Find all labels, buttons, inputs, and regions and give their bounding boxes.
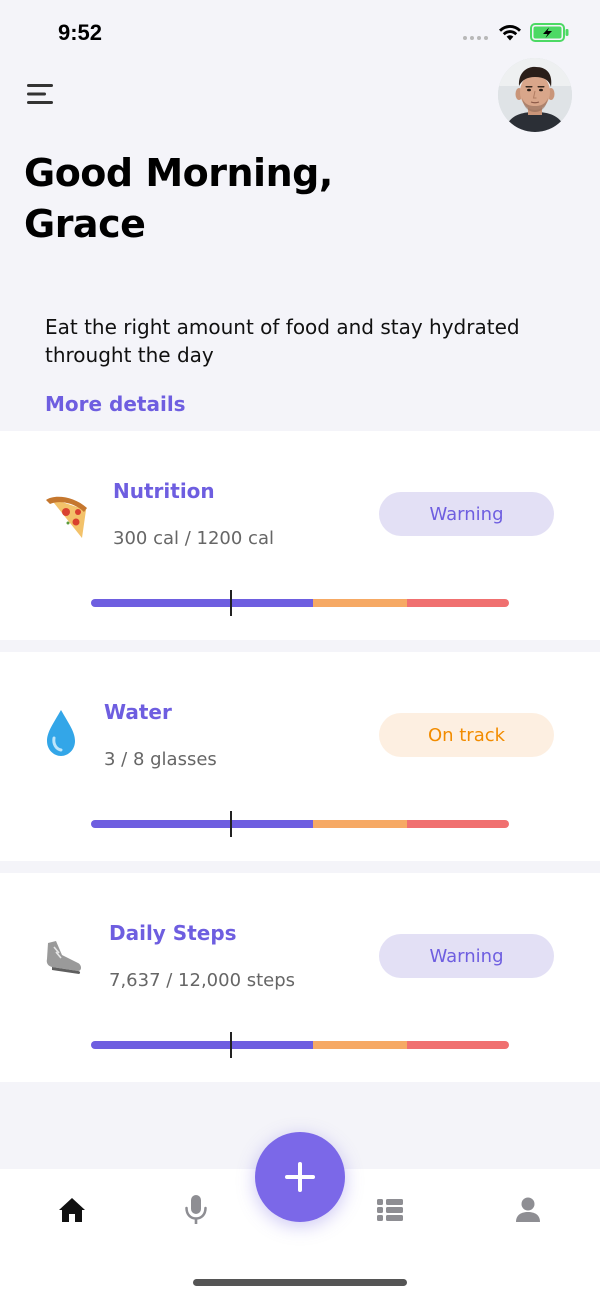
progress-bar [91, 820, 509, 828]
water-drop-icon [47, 710, 75, 756]
status-badge: Warning [379, 492, 554, 536]
tagline: Eat the right amount of food and stay hy… [45, 315, 520, 367]
home-indicator [193, 1279, 407, 1286]
progress-marker [230, 1032, 232, 1058]
status-badge: On track [379, 713, 554, 757]
nutrition-card[interactable]: Nutrition 300 cal / 1200 cal Warning [0, 431, 600, 640]
nav-profile[interactable] [511, 1194, 545, 1226]
nav-voice[interactable] [179, 1194, 213, 1226]
card-title: Daily Steps [109, 921, 237, 945]
add-button[interactable] [255, 1132, 345, 1222]
pizza-icon [46, 496, 87, 538]
daily-steps-card[interactable]: Daily Steps 7,637 / 12,000 steps Warning [0, 873, 600, 1082]
battery-icon [530, 23, 569, 42]
avatar[interactable] [498, 58, 572, 132]
water-card[interactable]: Water 3 / 8 glasses On track [0, 652, 600, 861]
wifi-icon [499, 25, 521, 41]
card-title: Water [104, 700, 172, 724]
profile-icon [516, 1197, 540, 1222]
status-time: 9:52 [58, 20, 103, 45]
nav-list[interactable] [373, 1194, 407, 1226]
greeting-title: Good Morning, Grace [24, 151, 333, 246]
add-icon [285, 1162, 315, 1192]
card-title: Nutrition [113, 479, 215, 503]
home-icon [59, 1198, 85, 1222]
card-progress-text: 3 / 8 glasses [104, 749, 217, 770]
card-progress-text: 300 cal / 1200 cal [113, 528, 274, 549]
progress-marker [230, 590, 232, 616]
more-details-link[interactable]: More details [45, 392, 186, 416]
progress-bar [91, 1041, 509, 1049]
list-icon [377, 1199, 403, 1221]
microphone-icon [185, 1195, 207, 1224]
progress-marker [230, 811, 232, 837]
status-bar: 9:52 [0, 0, 600, 66]
status-badge: Warning [379, 934, 554, 978]
nav-home[interactable] [55, 1194, 89, 1226]
signal-icon [463, 36, 488, 40]
menu-icon[interactable] [27, 82, 55, 106]
card-progress-text: 7,637 / 12,000 steps [109, 970, 296, 991]
sneaker-icon [46, 941, 81, 974]
progress-bar [91, 599, 509, 607]
